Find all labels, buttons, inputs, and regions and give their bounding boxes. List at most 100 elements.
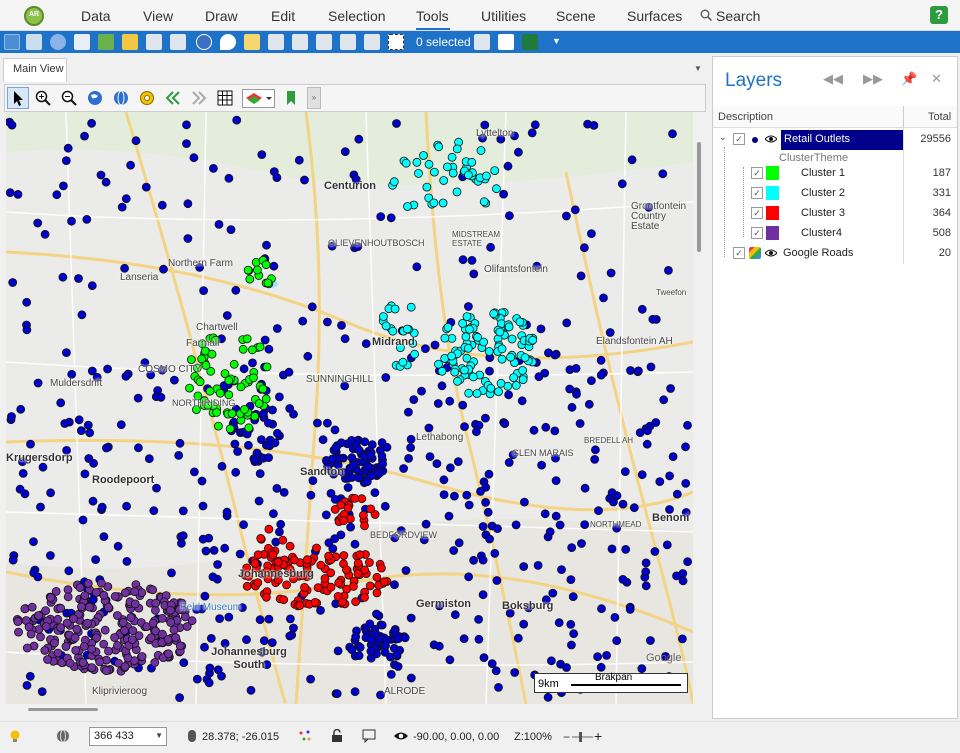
map-icon[interactable]: [98, 34, 114, 50]
retail-outlet-point[interactable]: [208, 572, 218, 582]
retail-outlet-point[interactable]: [403, 407, 413, 417]
retail-outlet-point[interactable]: [254, 496, 264, 506]
retail-outlet-point[interactable]: [118, 617, 128, 627]
retail-outlet-point[interactable]: [683, 557, 692, 567]
retail-outlet-point[interactable]: [346, 522, 356, 532]
map-horizontal-scrollbar[interactable]: [6, 704, 693, 714]
retail-outlet-point[interactable]: [34, 611, 43, 621]
retail-outlet-point[interactable]: [14, 627, 23, 637]
retail-outlet-point[interactable]: [204, 678, 214, 688]
retail-outlet-point[interactable]: [40, 646, 50, 655]
retail-outlet-point[interactable]: [201, 360, 211, 370]
retail-outlet-point[interactable]: [242, 635, 251, 645]
retail-outlet-point[interactable]: [493, 524, 502, 534]
retail-outlet-point[interactable]: [678, 634, 687, 644]
retail-outlet-point[interactable]: [474, 634, 484, 644]
retail-outlet-point[interactable]: [231, 285, 241, 295]
retail-outlet-point[interactable]: [320, 573, 330, 583]
retail-outlet-point[interactable]: [103, 364, 112, 374]
retail-outlet-point[interactable]: [22, 681, 32, 690]
retail-outlet-point[interactable]: [133, 393, 143, 403]
retail-outlet-point[interactable]: [156, 392, 166, 402]
retail-outlet-point[interactable]: [562, 211, 571, 221]
retail-outlet-point[interactable]: [450, 610, 460, 620]
retail-outlet-point[interactable]: [562, 663, 571, 672]
retail-outlet-point[interactable]: [332, 689, 342, 698]
retail-outlet-point[interactable]: [53, 648, 63, 658]
retail-outlet-point[interactable]: [489, 309, 499, 319]
retail-outlet-point[interactable]: [577, 539, 586, 548]
retail-outlet-point[interactable]: [514, 147, 523, 157]
retail-outlet-point[interactable]: [412, 157, 422, 167]
menu-tools[interactable]: Tools: [416, 8, 449, 24]
layer-checkbox[interactable]: ✓: [733, 133, 745, 145]
snap-icon[interactable]: [298, 729, 312, 743]
retail-outlet-point[interactable]: [681, 478, 691, 488]
retail-outlet-point[interactable]: [557, 565, 566, 575]
retail-outlet-point[interactable]: [372, 609, 381, 619]
retail-outlet-point[interactable]: [182, 120, 191, 130]
retail-outlet-point[interactable]: [380, 501, 390, 511]
retail-outlet-point[interactable]: [110, 591, 120, 601]
retail-outlet-point[interactable]: [58, 272, 68, 282]
retail-outlet-point[interactable]: [566, 575, 576, 585]
retail-outlet-point[interactable]: [370, 488, 380, 498]
retail-outlet-point[interactable]: [594, 506, 603, 516]
retail-outlet-point[interactable]: [40, 229, 50, 239]
retail-outlet-point[interactable]: [116, 420, 126, 430]
retail-outlet-point[interactable]: [617, 179, 627, 189]
retail-outlet-point[interactable]: [378, 459, 388, 469]
retail-outlet-point[interactable]: [544, 348, 553, 358]
retail-outlet-point[interactable]: [401, 158, 411, 168]
retail-outlet-point[interactable]: [268, 550, 278, 560]
retail-outlet-point[interactable]: [240, 404, 249, 414]
retail-outlet-point[interactable]: [20, 604, 30, 614]
retail-outlet-point[interactable]: [279, 487, 289, 497]
retail-outlet-point[interactable]: [41, 622, 51, 631]
retail-outlet-point[interactable]: [53, 614, 63, 624]
retail-outlet-point[interactable]: [392, 119, 401, 128]
retail-outlet-point[interactable]: [607, 544, 617, 554]
retail-outlet-point[interactable]: [22, 643, 32, 653]
retail-outlet-point[interactable]: [580, 483, 590, 493]
layer-checkbox[interactable]: ✓: [751, 187, 763, 199]
retail-outlet-point[interactable]: [483, 507, 493, 517]
retail-outlet-point[interactable]: [365, 619, 375, 629]
retail-outlet-point[interactable]: [432, 459, 442, 469]
retail-outlet-point[interactable]: [340, 334, 350, 344]
retail-outlet-point[interactable]: [215, 388, 225, 398]
retail-outlet-point[interactable]: [121, 371, 131, 381]
retail-outlet-point[interactable]: [478, 590, 488, 600]
retail-outlet-point[interactable]: [87, 644, 96, 654]
retail-outlet-point[interactable]: [222, 507, 232, 517]
retail-outlet-point[interactable]: [33, 218, 43, 228]
scrollbar-thumb[interactable]: [28, 708, 98, 711]
retail-outlet-point[interactable]: [597, 604, 606, 614]
retail-outlet-point[interactable]: [406, 613, 416, 623]
retail-outlet-point[interactable]: [452, 187, 462, 197]
retail-outlet-point[interactable]: [217, 461, 227, 471]
retail-outlet-point[interactable]: [126, 613, 136, 622]
retail-outlet-point[interactable]: [365, 581, 375, 591]
retail-outlet-point[interactable]: [442, 162, 452, 172]
retail-outlet-point[interactable]: [454, 538, 464, 548]
layer-row-retail-outlets[interactable]: ⌄ ✓ Retail Outlets 29556: [713, 130, 957, 150]
layers-icon[interactable]: [74, 34, 90, 50]
retail-outlet-point[interactable]: [189, 153, 199, 163]
retail-outlet-point[interactable]: [474, 614, 484, 624]
retail-outlet-point[interactable]: [334, 578, 344, 588]
retail-outlet-point[interactable]: [445, 463, 455, 473]
retail-outlet-point[interactable]: [62, 348, 71, 358]
retail-outlet-point[interactable]: [126, 160, 135, 170]
retail-outlet-point[interactable]: [452, 144, 462, 154]
retail-outlet-point[interactable]: [492, 576, 502, 585]
retail-outlet-point[interactable]: [393, 662, 403, 671]
retail-outlet-point[interactable]: [372, 588, 382, 598]
retail-outlet-point[interactable]: [400, 633, 410, 643]
retail-outlet-point[interactable]: [388, 326, 398, 336]
retail-outlet-point[interactable]: [261, 260, 271, 270]
retail-outlet-point[interactable]: [328, 544, 338, 554]
retail-outlet-point[interactable]: [580, 243, 589, 253]
retail-outlet-point[interactable]: [497, 344, 507, 354]
retail-outlet-point[interactable]: [122, 556, 132, 566]
